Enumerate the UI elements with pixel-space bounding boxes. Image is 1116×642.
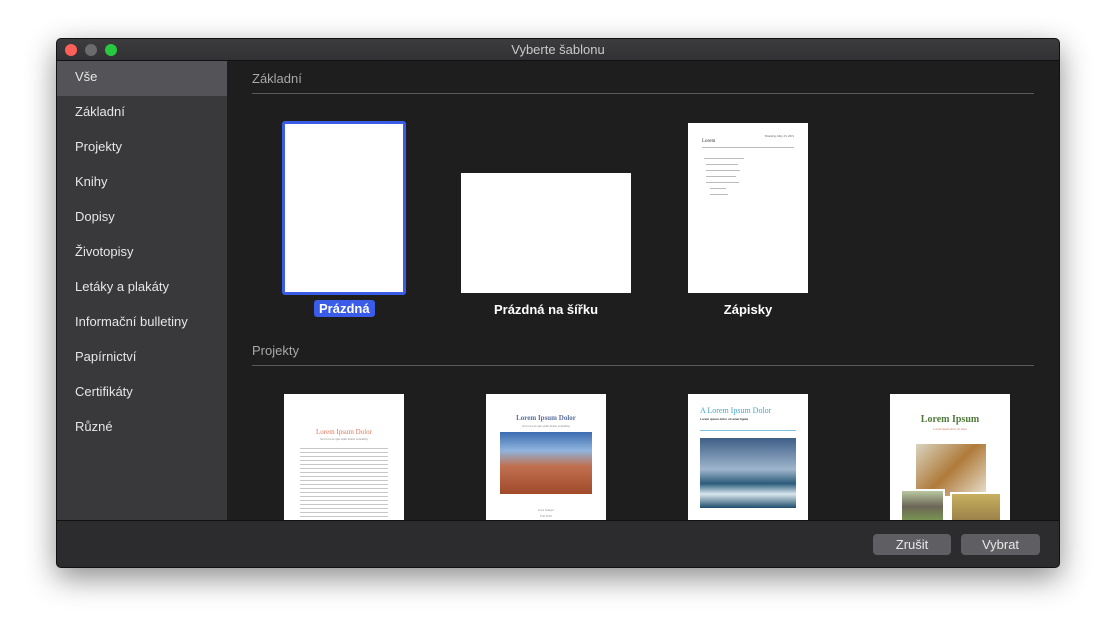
project-date: Fall 2019 [540,514,552,518]
cancel-button[interactable]: Zrušit [873,534,951,555]
template-blank-landscape[interactable] [461,173,631,293]
footer: Zrušit Vybrat [57,520,1059,567]
canyon-image [500,432,592,494]
close-button[interactable] [65,44,77,56]
sidebar: Vše Základní Projekty Knihy Dopisy Život… [57,61,227,520]
sidebar-item-flyers[interactable]: Letáky a plakáty [57,271,227,306]
project-title: Lorem Ipsum Dolor [316,428,372,436]
sidebar-item-stationery[interactable]: Papírnictví [57,341,227,376]
elephant-image [900,489,945,520]
project-subtitle: Lorem ipsum dolor sit amet ligula [700,417,749,421]
zoom-button[interactable] [105,44,117,56]
template-label-note-taking: Zápisky [723,302,773,317]
sidebar-item-certificates[interactable]: Certifikáty [57,376,227,411]
project-title: A Lorem Ipsum Dolor [700,406,772,415]
template-project-essay[interactable]: Lorem Ipsum Dolor Sed ut lacus quis enim… [284,394,404,520]
sidebar-item-projects[interactable]: Projekty [57,131,227,166]
sidebar-item-resumes[interactable]: Životopisy [57,236,227,271]
minimize-button[interactable] [85,44,97,56]
window-title: Vyberte šablonu [511,42,605,57]
section-heading-basic: Základní [252,71,1034,94]
title-bar: Vyberte šablonu [57,39,1059,61]
template-label-blank-landscape: Prázdná na šířku [493,302,599,317]
note-date: Thursday, May 23, 2019 [764,134,794,138]
project-subtitle: Lorem ipsum dolor sit amet [933,427,967,431]
section-heading-projects: Projekty [252,343,1034,366]
lighthouse-image [700,438,796,508]
project-title: Lorem Ipsum Dolor [516,414,576,422]
sidebar-item-misc[interactable]: Různé [57,411,227,446]
sidebar-item-basic[interactable]: Základní [57,96,227,131]
sidebar-item-newsletters[interactable]: Informační bulletiny [57,306,227,341]
template-project-report[interactable]: Lorem Ipsum Dolor Sed ut lacus quis enim… [486,394,606,520]
template-note-taking[interactable]: Thursday, May 23, 2019 Lorem [688,123,808,293]
meerkat-image [950,492,1002,520]
sidebar-item-all[interactable]: Vše [57,61,227,96]
sidebar-item-books[interactable]: Knihy [57,166,227,201]
template-label-blank: Prázdná [314,300,375,317]
choose-button[interactable]: Vybrat [961,534,1040,555]
template-project-wildlife[interactable]: Lorem Ipsum Lorem ipsum dolor sit amet [890,394,1010,520]
project-subtitle: Sed ut lacus quis enim mattis nonummy [320,437,368,441]
sidebar-item-letters[interactable]: Dopisy [57,201,227,236]
project-subtitle: Sed ut lacus quis enim mattis nonummy [522,424,570,428]
template-blank[interactable] [282,121,406,295]
project-title: Lorem Ipsum [920,414,980,425]
template-project-lighthouse[interactable]: A Lorem Ipsum Dolor Lorem ipsum dolor si… [688,394,808,520]
project-author: Urna Semper [538,508,554,512]
template-gallery: Základní Prázdná Prázdná na šířku Thursd… [227,61,1059,520]
note-heading: Lorem [702,139,716,144]
template-chooser-window: Vyberte šablonu Vše Základní Projekty Kn… [56,38,1060,568]
